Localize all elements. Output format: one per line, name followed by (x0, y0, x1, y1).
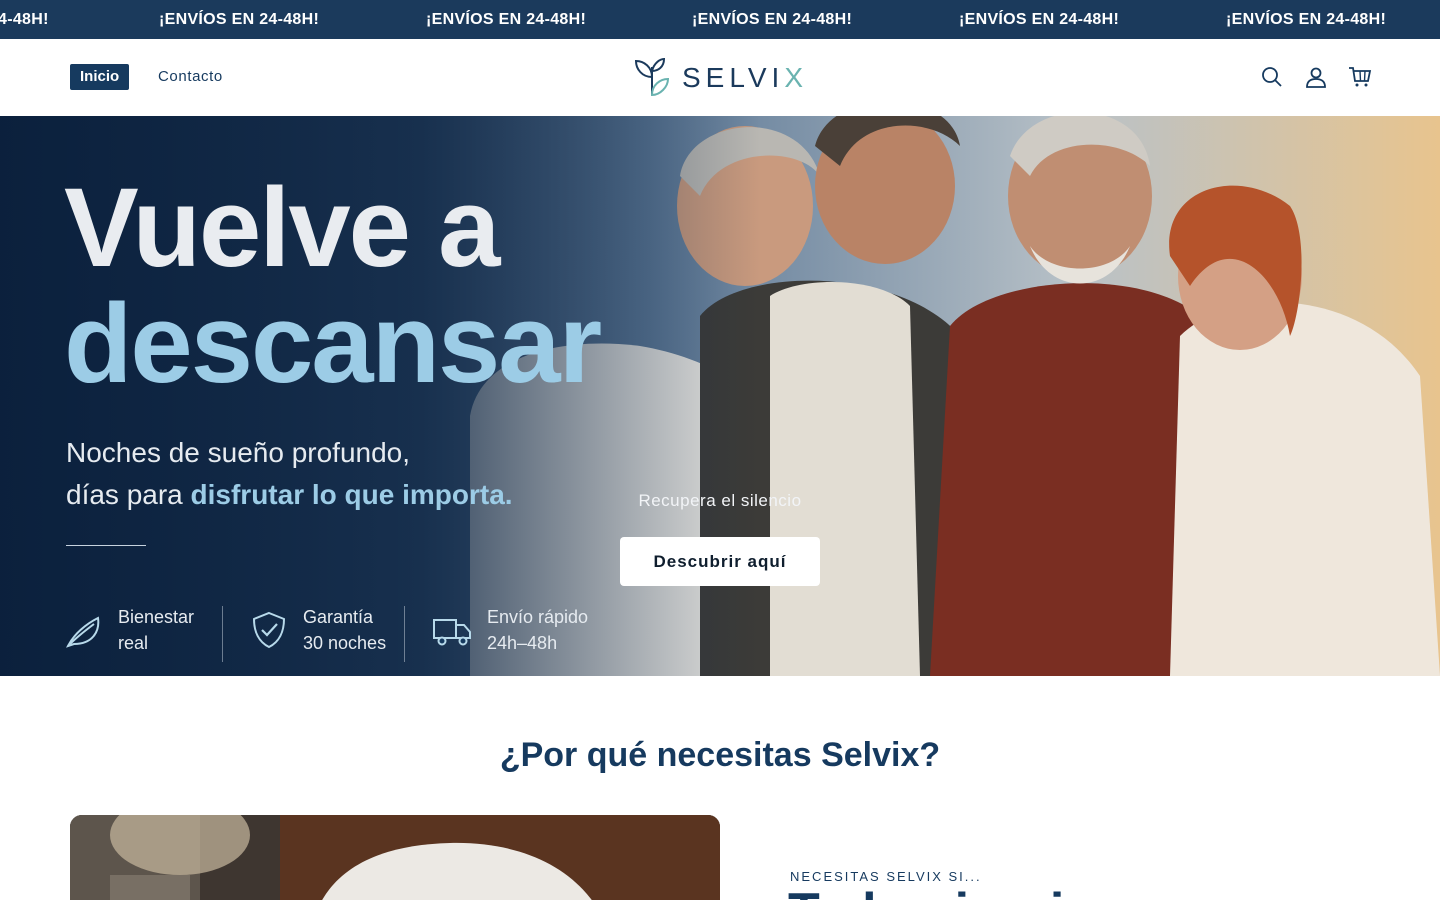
hero-title-line1: Vuelve a (64, 165, 500, 290)
site-header: Inicio Contacto SELVIX (0, 39, 1440, 116)
truck-icon (433, 619, 471, 646)
hero-title-line2: descansar (64, 281, 602, 406)
announcement-text: ¡ENVÍOS EN 24-48H! (426, 11, 587, 28)
bedroom-photo (70, 815, 720, 900)
feature-separator (222, 606, 223, 662)
announcement-text: ¡ENVÍOS EN 24-48H! (959, 11, 1120, 28)
nav-contacto-link[interactable]: Contacto (158, 64, 223, 90)
search-icon[interactable] (1260, 65, 1284, 89)
logo-wordmark: SELVIX (682, 62, 808, 93)
leaf-logo-icon (634, 57, 670, 97)
hero-tagline: Recupera el silencio (638, 491, 802, 510)
announcement-text: ¡ENVÍOS EN 24-48H! (692, 11, 853, 28)
hero-subtitle: Noches de sueño profundo, días para disf… (66, 432, 513, 516)
discover-button[interactable]: Descubrir aquí (620, 537, 820, 586)
nav-inicio-link[interactable]: Inicio (70, 64, 130, 90)
shield-check-icon (252, 611, 286, 649)
hero-divider (66, 545, 146, 546)
why-section-title: ¿Por qué necesitas Selvix? (499, 736, 941, 774)
why-section-image (70, 815, 720, 900)
announcement-text: ¡ENVÍOS EN 24-48H! (159, 11, 320, 28)
leaf-icon (66, 616, 100, 648)
hero-banner: Vuelve a descansar Noches de sueño profu… (0, 116, 1440, 676)
site-logo[interactable]: SELVIX (630, 55, 810, 99)
why-heading: Tu luminaria... (788, 884, 1137, 900)
announcement-text: ¡ENVÍOS EN 24-48H! (1226, 11, 1387, 28)
cart-icon[interactable] (1348, 65, 1372, 89)
announcement-bar: 4-48H! ¡ENVÍOS EN 24-48H! ¡ENVÍOS EN 24-… (0, 0, 1440, 39)
hero-subtitle-line2: días para disfrutar lo que importa. (66, 479, 513, 510)
hero-subtitle-line1: Noches de sueño profundo, (66, 437, 411, 468)
account-icon[interactable] (1304, 65, 1328, 89)
feature-separator (404, 606, 405, 662)
announcement-text: 4-48H! (0, 11, 49, 28)
